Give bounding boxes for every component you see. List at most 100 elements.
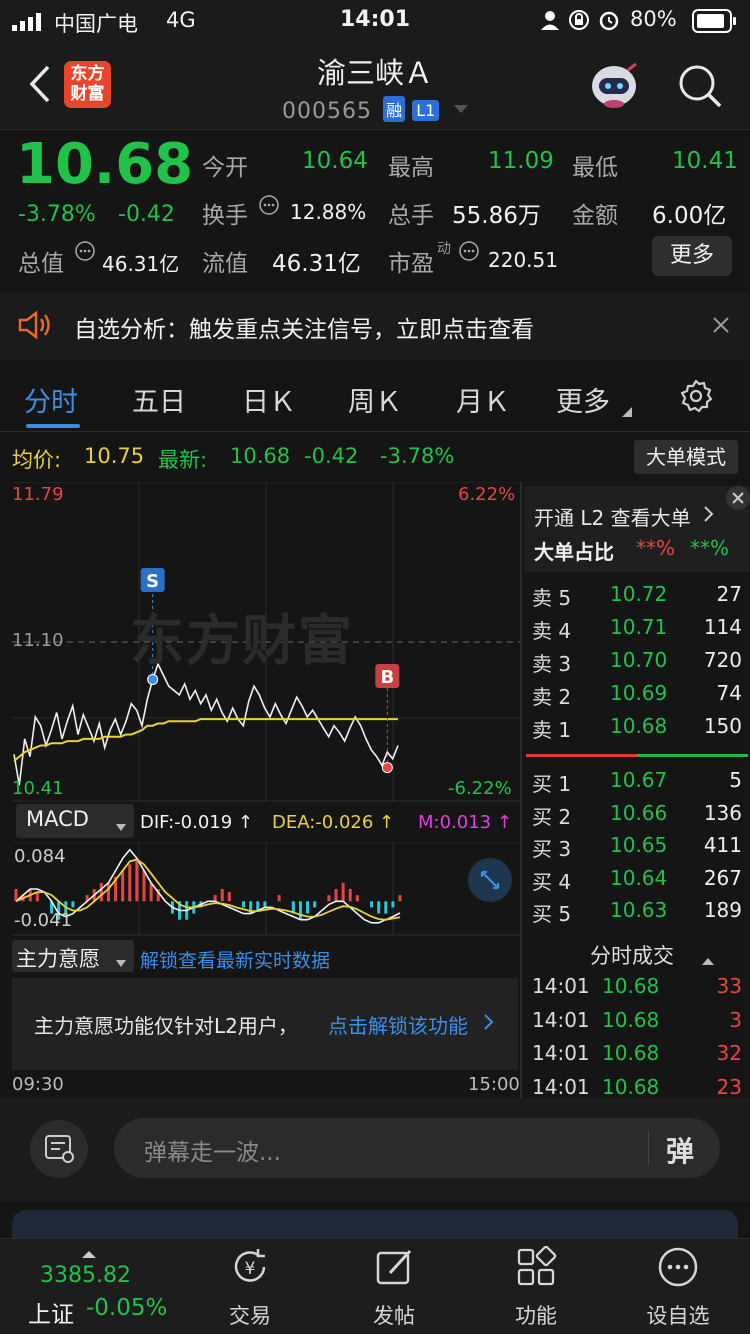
ask-volume: 720	[703, 648, 742, 672]
carrier: 中国广电	[54, 12, 138, 36]
index-name[interactable]: 上证	[28, 1295, 74, 1329]
bid-label: 买 1	[532, 772, 572, 796]
intent-message-box[interactable]: 主力意愿功能仅针对L2用户， 点击解锁该功能	[12, 978, 518, 1070]
index-change[interactable]: -0.05%	[86, 1295, 167, 1321]
robot-assistant-icon[interactable]	[588, 62, 640, 114]
l2-banner[interactable]: 开通 L2 查看大单 大单占比 **% **%	[524, 486, 750, 572]
danmu-divider	[648, 1130, 649, 1166]
ask-row[interactable]: 卖 1 10.68 150	[532, 714, 742, 744]
bid-row[interactable]: 买 5 10.63 189	[532, 898, 742, 928]
close-icon	[732, 492, 744, 504]
price-axis-mid: 11.10	[12, 630, 64, 651]
dropdown-icon	[454, 100, 469, 119]
network: 4G	[166, 8, 196, 32]
bid-label: 买 4	[532, 869, 572, 894]
tab-trade[interactable]: ¥ 交易	[190, 1245, 310, 1330]
bid-volume: 136	[703, 800, 742, 825]
pe-superscript: 动	[437, 241, 451, 257]
danmu-input[interactable]: 弹幕走一波... 弹	[114, 1118, 720, 1178]
more-button[interactable]: 更多	[652, 236, 732, 276]
big-order-mode-button[interactable]: 大单模式	[634, 440, 738, 474]
speaker-icon	[18, 310, 52, 344]
tab-daily-k[interactable]: 日Ｋ	[242, 380, 296, 419]
notice-text: 自选分析：触发重点关注信号，立即点击查看	[74, 317, 534, 343]
stock-code: 000565	[282, 99, 372, 124]
intent-selector-label: 主力意愿	[16, 947, 100, 971]
ask-row[interactable]: 卖 5 10.72 27	[532, 582, 742, 612]
ask-volume: 150	[703, 714, 742, 738]
turnover-label: 换手	[202, 203, 248, 229]
macd-selector[interactable]: MACD	[16, 804, 134, 838]
intent-unlock-button[interactable]: 点击解锁该功能	[328, 1010, 468, 1039]
ask-price: 10.70	[610, 648, 668, 672]
danmu-settings-button[interactable]	[30, 1120, 88, 1178]
ask-label: 卖 1	[532, 718, 572, 742]
expand-icon	[480, 870, 500, 890]
danmu-placeholder: 弹幕走一波...	[144, 1140, 281, 1166]
stock-code-row[interactable]: 000565 融 L1	[282, 96, 469, 124]
bid-label: 买 5	[532, 902, 572, 926]
total-value-label: 总值	[18, 251, 64, 277]
avg-price-label: 均价:	[12, 448, 62, 472]
intent-message: 主力意愿功能仅针对L2用户，	[34, 1014, 298, 1038]
bid-row[interactable]: 买 4 10.64 267	[532, 866, 742, 896]
close-icon[interactable]	[712, 316, 730, 338]
ticks-title[interactable]: 分时成交	[590, 940, 674, 970]
amount-label: 金额	[572, 203, 618, 229]
expand-button[interactable]	[468, 858, 512, 902]
ask-row[interactable]: 卖 2 10.69 74	[532, 681, 742, 711]
bid-row[interactable]: 买 3 10.65 411	[532, 833, 742, 863]
ask-row[interactable]: 卖 3 10.70 720	[532, 648, 742, 678]
ask-price: 10.68	[610, 714, 668, 738]
volume-label: 总手	[388, 203, 434, 229]
avg-price-value: 10.75	[84, 444, 145, 468]
pct-axis-min: -6.22%	[448, 778, 512, 799]
tab-more[interactable]: 更多	[556, 380, 610, 419]
change-percent: -3.78%	[18, 202, 96, 227]
dropdown-icon	[116, 817, 126, 836]
sell-marker-dot	[147, 673, 159, 685]
info-icon[interactable]	[74, 240, 96, 266]
intent-unlock-link[interactable]: 解锁查看最新实时数据	[140, 946, 330, 973]
promo-strip[interactable]	[12, 1210, 738, 1240]
trade-icon: ¥	[234, 1249, 266, 1282]
l2-banner-close[interactable]	[726, 486, 750, 510]
info-icon[interactable]	[458, 240, 480, 266]
tab-add-watchlist[interactable]: 设自选	[618, 1245, 738, 1330]
pe-value: 220.51	[488, 248, 558, 272]
low-value: 10.41	[672, 148, 738, 174]
danmu-send-button[interactable]: 弹	[666, 1130, 694, 1170]
tab-functions[interactable]: 功能	[476, 1245, 596, 1330]
search-icon[interactable]	[676, 62, 724, 114]
l2-link[interactable]: 开通 L2 查看大单	[534, 502, 691, 531]
tick-volume: 23	[716, 1074, 742, 1099]
ask-row[interactable]: 卖 4 10.71 114	[532, 615, 742, 645]
pct-axis-max: 6.22%	[458, 484, 516, 505]
tab-post[interactable]: 发帖	[334, 1245, 454, 1330]
ask-label: 卖 4	[532, 619, 572, 643]
tab-trade-label: 交易	[229, 1304, 271, 1328]
quote-panel: 10.68 -3.78% -0.42 今开 10.64 最高 11.09 最低 …	[0, 130, 750, 290]
battery-icon	[692, 9, 738, 38]
intent-selector[interactable]: 主力意愿	[12, 940, 134, 972]
ask-label: 卖 5	[532, 586, 572, 610]
macd-chart[interactable]	[12, 842, 520, 936]
tick-row: 14:01 10.68 32	[532, 1041, 742, 1071]
bid-row[interactable]: 买 1 10.67 5	[532, 768, 742, 798]
high-value: 11.09	[488, 148, 554, 174]
info-icon[interactable]	[258, 194, 280, 220]
tab-intraday[interactable]: 分时	[24, 380, 78, 419]
bid-price: 10.66	[610, 800, 668, 825]
gear-icon[interactable]	[678, 378, 714, 418]
tab-monthly-k[interactable]: 月Ｋ	[456, 380, 510, 419]
tab-five-day[interactable]: 五日	[132, 380, 186, 419]
index-value[interactable]: 3385.82	[40, 1263, 131, 1288]
open-value: 10.64	[302, 148, 368, 174]
alarm-icon	[598, 9, 620, 36]
turnover-value: 12.88%	[290, 200, 367, 224]
tick-price: 10.68	[602, 1007, 660, 1032]
status-bar: 中国广电 4G 14:01 80%	[0, 0, 750, 42]
notice-bar[interactable]: 自选分析：触发重点关注信号，立即点击查看	[0, 292, 750, 360]
tab-weekly-k[interactable]: 周Ｋ	[348, 380, 402, 419]
bid-row[interactable]: 买 2 10.66 136	[532, 801, 742, 831]
